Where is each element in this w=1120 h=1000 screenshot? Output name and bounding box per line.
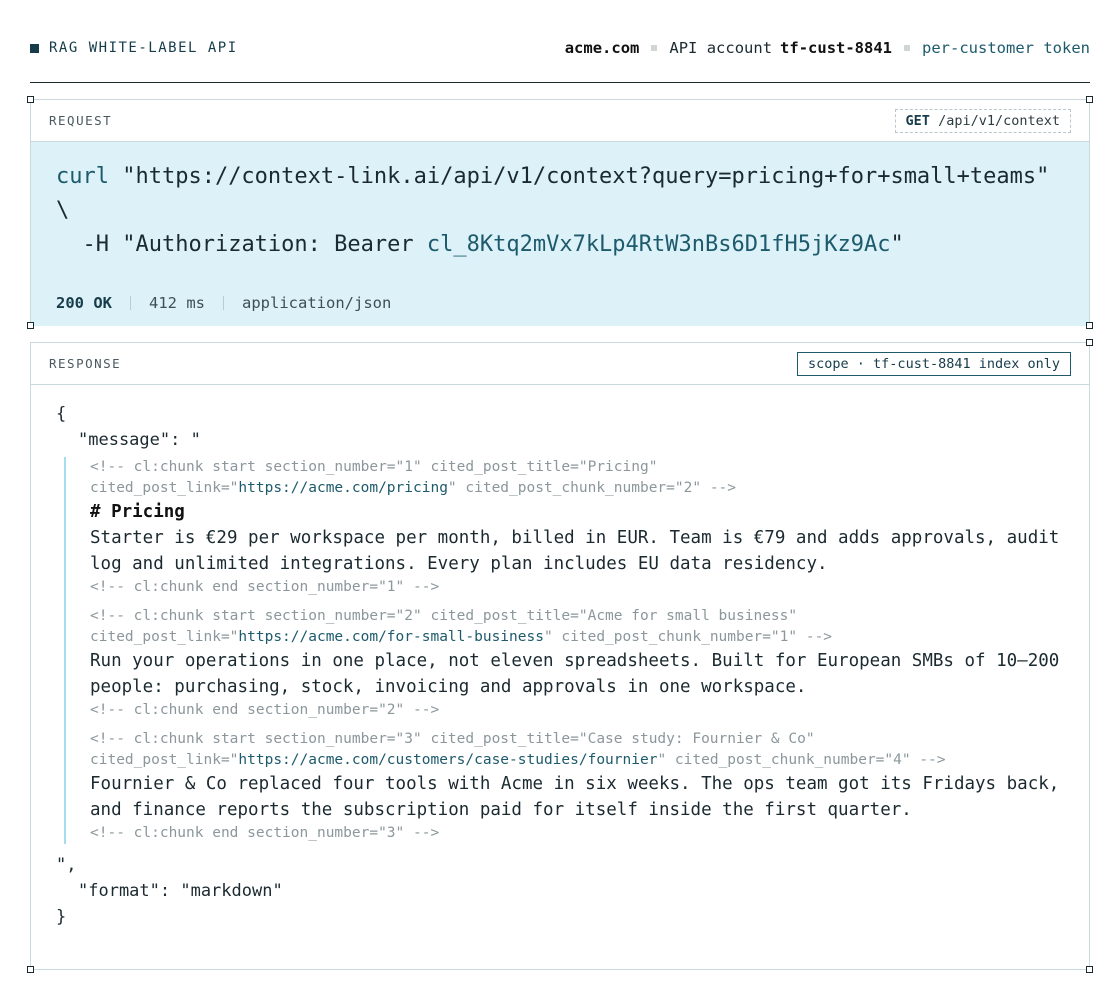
chunk-start-comment: <!-- cl:chunk start section_number="3" c… — [90, 731, 815, 747]
chunk: <!-- cl:chunk start section_number="2" c… — [90, 606, 1064, 721]
curl-url: "https://context-link.ai/api/v1/context?… — [56, 164, 1063, 223]
response-panel-header: RESPONSE scope · tf-cust-8841 index only — [31, 343, 1089, 385]
status-code: 200 OK — [56, 294, 112, 312]
selection-handle — [27, 322, 34, 329]
chunk-end-comment: <!-- cl:chunk end section_number="2" --> — [90, 702, 440, 718]
json-close-brace: } — [56, 907, 67, 927]
brand-title: RAG WHITE-LABEL API — [49, 40, 238, 56]
chunk-end-comment: <!-- cl:chunk end section_number="1" --> — [90, 579, 440, 595]
curl-header-suffix: " — [890, 232, 904, 257]
json-open-brace: { — [56, 404, 67, 424]
selection-handle — [1086, 96, 1093, 103]
account-id: tf-cust-8841 — [780, 39, 893, 57]
account-info: acme.com API account tf-cust-8841 per-cu… — [565, 39, 1090, 57]
chunk: <!-- cl:chunk start section_number="3" c… — [90, 729, 1064, 844]
json-message-close: ", — [56, 855, 77, 875]
chunk-list: <!-- cl:chunk start section_number="1" c… — [64, 457, 1064, 844]
curl-keyword: curl — [56, 164, 109, 189]
http-method: GET — [905, 112, 930, 129]
selection-handle — [1086, 322, 1093, 329]
chunk-link-comment: cited_post_link="https://acme.com/for-sm… — [90, 627, 1064, 648]
selection-handle — [27, 966, 34, 973]
link-prefix: cited_post_link=" — [90, 752, 239, 768]
chunk-heading: # Pricing — [90, 502, 185, 522]
status-divider — [223, 296, 224, 310]
chunk-body: Run your operations in one place, not el… — [90, 651, 1060, 697]
chunk-body: Fournier & Co replaced four tools with A… — [90, 774, 1060, 820]
brand-square-icon — [30, 43, 39, 53]
account-domain: acme.com — [564, 39, 640, 57]
brand: RAG WHITE-LABEL API — [30, 40, 238, 56]
endpoint-path: /api/v1/context — [938, 112, 1060, 129]
link-suffix: " cited_post_chunk_number="2" --> — [447, 480, 737, 496]
response-status-line: 200 OK 412 ms application/json — [56, 294, 391, 312]
request-label: REQUEST — [49, 113, 113, 128]
token-type: per-customer token — [922, 39, 1090, 57]
json-format-line: "format": "markdown" — [78, 881, 283, 901]
link-prefix: cited_post_link=" — [90, 629, 239, 645]
scope-badge: scope · tf-cust-8841 index only — [797, 351, 1071, 376]
top-bar: RAG WHITE-LABEL API acme.com API account… — [30, 36, 1090, 60]
chunk-body: Starter is €29 per workspace per month, … — [90, 528, 1060, 574]
chunk-start-comment: <!-- cl:chunk start section_number="1" c… — [90, 459, 658, 475]
request-panel-header: REQUEST GET /api/v1/context — [31, 100, 1089, 142]
separator-dot-icon — [651, 45, 658, 51]
chunk-end-comment: <!-- cl:chunk end section_number="3" --> — [90, 825, 440, 841]
header-divider — [30, 82, 1090, 83]
selection-handle — [1086, 966, 1093, 973]
response-label: RESPONSE — [49, 356, 122, 371]
cited-post-link[interactable]: https://acme.com/for-small-business — [238, 629, 544, 645]
cited-post-link[interactable]: https://acme.com/pricing — [238, 480, 448, 496]
response-panel: RESPONSE scope · tf-cust-8841 index only… — [30, 342, 1090, 970]
separator-dot-icon — [904, 45, 911, 51]
response-json: { "message": " <!-- cl:chunk start secti… — [31, 385, 1089, 930]
selection-handle — [1086, 339, 1093, 346]
request-panel: REQUEST GET /api/v1/context curl "https:… — [30, 99, 1090, 326]
request-code-block: curl "https://context-link.ai/api/v1/con… — [31, 142, 1089, 326]
json-message-key: "message": " — [78, 430, 201, 450]
status-divider — [130, 296, 131, 310]
link-suffix: " cited_post_chunk_number="4" --> — [657, 752, 946, 768]
link-suffix: " cited_post_chunk_number="1" --> — [543, 629, 833, 645]
curl-command: curl "https://context-link.ai/api/v1/con… — [56, 160, 1064, 262]
chunk: <!-- cl:chunk start section_number="1" c… — [90, 457, 1064, 598]
chunk-link-comment: cited_post_link="https://acme.com/custom… — [90, 750, 1064, 771]
link-prefix: cited_post_link=" — [90, 480, 239, 496]
chunk-link-comment: cited_post_link="https://acme.com/pricin… — [90, 478, 1064, 499]
account-prefix: API account — [669, 39, 773, 57]
chunk-start-comment: <!-- cl:chunk start section_number="2" c… — [90, 608, 798, 624]
curl-header-prefix: -H "Authorization: Bearer — [56, 232, 427, 257]
cited-post-link[interactable]: https://acme.com/customers/case-studies/… — [238, 752, 657, 768]
bearer-token: cl_8Ktq2mVx7kLp4RtW3nBs6D1fH5jKz9Ac — [426, 232, 891, 257]
endpoint-badge: GET /api/v1/context — [894, 108, 1071, 133]
selection-handle — [27, 96, 34, 103]
content-type: application/json — [242, 294, 392, 312]
latency: 412 ms — [149, 294, 205, 312]
